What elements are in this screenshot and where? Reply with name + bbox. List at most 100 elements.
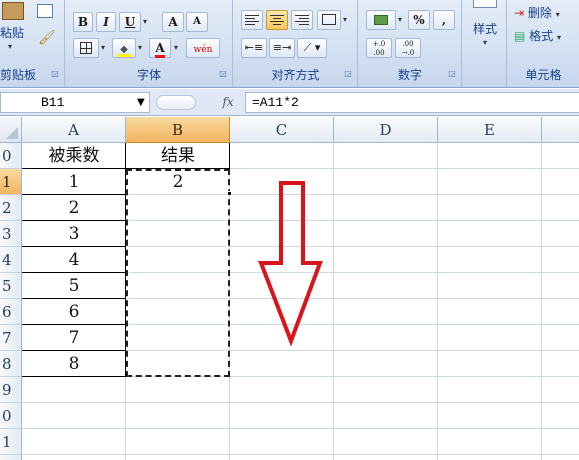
font-color-dropdown-icon[interactable]: ▾ (174, 38, 178, 58)
cell-a[interactable]: 1 (22, 169, 126, 195)
row-header[interactable]: 1 (0, 169, 22, 195)
format-dropdown-icon: ▾ (557, 33, 562, 42)
cell-b[interactable]: 2 (126, 169, 230, 195)
formula-bar: B11 ▼ fx =A11*2 (0, 89, 579, 116)
orientation-button[interactable]: ⟋ ▾ (297, 38, 327, 58)
clipboard-group: 粘贴 ▾ 🖌 剪贴板 ◲ (0, 0, 65, 87)
decrease-decimal-button[interactable]: .00 →.0 (395, 38, 421, 58)
increase-decimal-button[interactable]: +.0 .00 (366, 38, 392, 58)
font-group: B I U ▾ A A ▾ ◆ ▾ A ▾ wén 字体 ◲ (66, 0, 233, 87)
styles-group: 样式 ▾ (463, 0, 507, 87)
accounting-format-button[interactable] (366, 10, 396, 30)
fill-color-button[interactable]: ◆ (112, 38, 136, 58)
row-header[interactable]: 8 (0, 351, 22, 377)
row-header[interactable]: 3 (0, 221, 22, 247)
border-icon (80, 42, 92, 54)
name-box[interactable]: B11 (0, 92, 150, 113)
column-header-b[interactable]: B (126, 117, 230, 143)
row-header[interactable]: 5 (0, 273, 22, 299)
merge-center-button[interactable] (317, 10, 341, 30)
formula-input[interactable]: =A11*2 (245, 92, 579, 113)
cell-b0[interactable]: 结果 (126, 143, 230, 169)
styles-label: 样式 (472, 22, 497, 36)
font-color-button[interactable]: A (149, 38, 171, 58)
decrease-indent-button[interactable]: ⇤≡ (241, 38, 267, 58)
row-header[interactable]: 2 (0, 455, 22, 460)
merge-icon (322, 14, 336, 25)
column-header-c[interactable]: C (230, 117, 334, 143)
comma-button[interactable]: , (433, 10, 455, 30)
increase-indent-button[interactable]: ≡⇥ (269, 38, 295, 58)
row-header[interactable]: 9 (0, 377, 22, 403)
ribbon: 粘贴 ▾ 🖌 剪贴板 ◲ B I U ▾ A A ▾ ◆ ▾ A ▾ wén 字… (0, 0, 579, 88)
row-header[interactable]: 6 (0, 299, 22, 325)
paste-icon (2, 2, 24, 20)
cell-b[interactable] (126, 221, 230, 247)
font-group-label: 字体 (136, 68, 161, 82)
column-header-f[interactable] (542, 117, 579, 143)
insert-function-icon[interactable]: fx (213, 92, 243, 113)
cell-a[interactable]: 5 (22, 273, 126, 299)
alignment-launcher-icon[interactable]: ◲ (343, 69, 353, 79)
cell-a[interactable]: 8 (22, 351, 126, 377)
border-dropdown-icon[interactable]: ▾ (101, 38, 105, 58)
delete-dropdown-icon: ▾ (555, 10, 560, 19)
align-center-button[interactable] (266, 10, 288, 30)
styles-icon (473, 0, 497, 8)
row-header[interactable]: 0 (0, 143, 22, 169)
paste-label: 粘贴 (0, 26, 25, 40)
align-left-button[interactable] (241, 10, 263, 30)
cell-b[interactable] (126, 247, 230, 273)
accounting-dropdown-icon[interactable]: ▾ (398, 10, 402, 30)
merge-dropdown-icon[interactable]: ▾ (343, 10, 347, 30)
delete-button[interactable]: ⇥ 删除 ▾ (514, 4, 560, 22)
cell-b[interactable] (126, 195, 230, 221)
grow-font-button[interactable]: A (162, 12, 184, 32)
underline-dropdown-icon[interactable]: ▾ (143, 12, 147, 32)
fill-color-dropdown-icon[interactable]: ▾ (138, 38, 142, 58)
cell-a[interactable]: 4 (22, 247, 126, 273)
cell-a[interactable]: 3 (22, 221, 126, 247)
row-header[interactable]: 2 (0, 195, 22, 221)
font-launcher-icon[interactable]: ◲ (218, 69, 228, 79)
underline-button[interactable]: U (119, 12, 141, 32)
number-launcher-icon[interactable]: ◲ (447, 69, 457, 79)
cell-a0[interactable]: 被乘数 (22, 143, 126, 169)
number-group: ▾ % , +.0 .00 .00 →.0 数字 ◲ (359, 0, 462, 87)
format-painter-icon[interactable]: 🖌 (38, 30, 56, 46)
shrink-font-button[interactable]: A (186, 12, 208, 32)
select-all-button[interactable] (0, 117, 22, 143)
styles-button[interactable]: 样式 ▾ (465, 0, 505, 60)
row-header[interactable]: 4 (0, 247, 22, 273)
formula-bar-resize-handle[interactable] (156, 95, 196, 110)
row-header[interactable]: 0 (0, 403, 22, 429)
column-header-e[interactable]: E (438, 117, 542, 143)
percent-button[interactable]: % (408, 10, 430, 30)
cell-b[interactable] (126, 273, 230, 299)
cell-a[interactable]: 2 (22, 195, 126, 221)
phonetic-button[interactable]: wén (186, 38, 220, 58)
copy-icon[interactable] (37, 4, 53, 18)
cell-b[interactable] (126, 299, 230, 325)
name-box-dropdown-icon[interactable]: ▼ (137, 92, 145, 113)
align-right-button[interactable] (291, 10, 313, 30)
cell-b[interactable] (126, 351, 230, 377)
row-header[interactable]: 1 (0, 429, 22, 455)
border-button[interactable] (73, 38, 99, 58)
cell-a[interactable]: 7 (22, 325, 126, 351)
select-all-triangle-icon (6, 127, 18, 139)
italic-button[interactable]: I (96, 12, 116, 32)
format-button[interactable]: ▤ 格式 ▾ (514, 27, 561, 45)
delete-icon: ⇥ (514, 6, 525, 20)
format-icon: ▤ (514, 29, 526, 43)
column-header-d[interactable]: D (334, 117, 438, 143)
column-header-a[interactable]: A (22, 117, 126, 143)
number-group-label: 数字 (397, 68, 422, 82)
bold-button[interactable]: B (73, 12, 93, 32)
paste-button[interactable]: 粘贴 ▾ (0, 0, 30, 60)
cell-a[interactable]: 6 (22, 299, 126, 325)
clipboard-launcher-icon[interactable]: ◲ (50, 69, 60, 79)
row-header[interactable]: 7 (0, 325, 22, 351)
cell-b[interactable] (126, 325, 230, 351)
fill-color-icon: ◆ (117, 45, 131, 57)
